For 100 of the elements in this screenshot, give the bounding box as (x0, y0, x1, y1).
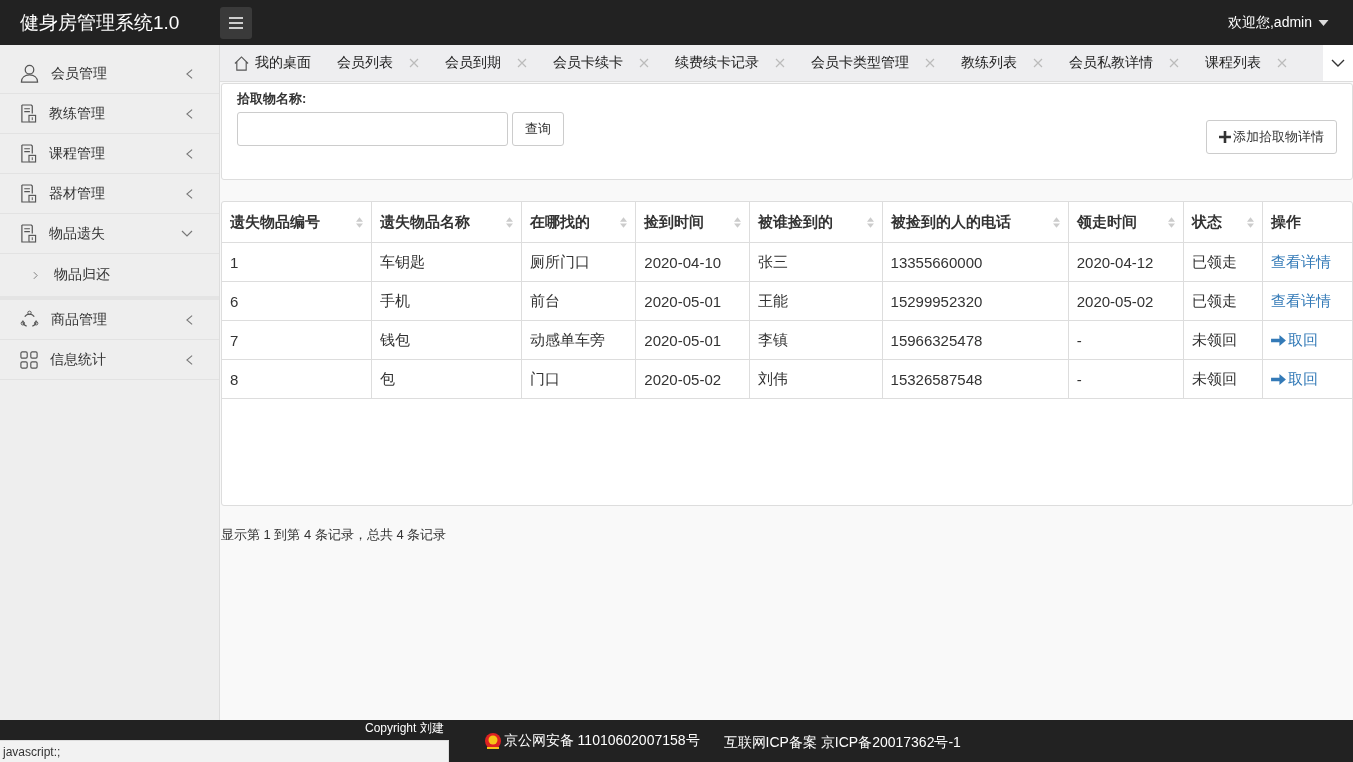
field-label: 拾取物名称: (237, 90, 308, 108)
pagination-info: 显示第 1 到第 4 条记录，总共 4 条记录 (221, 526, 448, 544)
close-icon[interactable] (1033, 58, 1043, 68)
table-cell: 2020-04-12 (1076, 253, 1154, 271)
column-header: 被捡到的人的电话 (890, 212, 1011, 232)
chevron-left-icon (186, 187, 193, 200)
sidebar-subitem[interactable]: 物品归还 (54, 266, 110, 284)
column-header: 操作 (1270, 212, 1301, 232)
search-button[interactable]: 查询 (512, 112, 564, 146)
tab-menu-button[interactable] (1323, 45, 1353, 81)
close-icon[interactable] (775, 58, 785, 68)
table-cell: 未领回 (1191, 330, 1237, 348)
sidebar-item[interactable]: 物品遗失 (0, 214, 219, 254)
table-cell: 7 (230, 331, 239, 349)
sort-icon[interactable] (866, 216, 874, 228)
table-cell: 13355660000 (890, 253, 983, 271)
tab[interactable]: 会员卡类型管理 (797, 45, 947, 81)
user-icon (20, 64, 39, 83)
close-icon[interactable] (1277, 58, 1287, 68)
column-header: 在哪找的 (530, 212, 591, 232)
app-title: 健身房管理系统1.0 (19, 10, 181, 35)
chevron-right-icon (33, 270, 38, 280)
table-cell: 15326587548 (890, 370, 983, 388)
table-cell: - (1076, 370, 1082, 388)
sidebar-item[interactable]: 课程管理 (0, 134, 219, 174)
table-cell: 1 (230, 253, 239, 271)
sidebar-item[interactable]: 信息统计 (0, 340, 219, 380)
tab[interactable]: 课程列表 (1191, 45, 1299, 81)
column-header: 遗失物品名称 (380, 212, 471, 232)
caret-icon (1318, 19, 1329, 26)
table-cell: 包 (380, 369, 396, 387)
close-icon[interactable] (639, 58, 649, 68)
sidebar-item[interactable]: 教练管理 (0, 94, 219, 134)
sort-icon[interactable] (506, 216, 514, 228)
table-cell: 2020-05-02 (1076, 292, 1154, 310)
table-cell: 2020-04-10 (644, 253, 722, 271)
tab[interactable]: 教练列表 (947, 45, 1055, 81)
table-cell: 2020-05-02 (644, 370, 722, 388)
sort-icon[interactable] (620, 216, 628, 228)
table-cell: 已领走 (1191, 291, 1237, 309)
sort-icon[interactable] (1246, 216, 1254, 228)
document-icon (20, 144, 37, 163)
plus-icon (1219, 131, 1231, 143)
table-cell: 钱包 (380, 330, 411, 348)
table-cell: 6 (230, 292, 239, 310)
chevron-left-icon (186, 353, 193, 366)
chevron-down-icon (1331, 59, 1345, 67)
tab[interactable]: 会员私教详情 (1055, 45, 1191, 81)
search-field[interactable] (237, 112, 508, 146)
document-icon (20, 224, 37, 243)
close-icon[interactable] (925, 58, 935, 68)
sort-icon[interactable] (734, 216, 742, 228)
tab[interactable]: 我的桌面 (220, 45, 323, 81)
icp-record-link[interactable]: 互联网ICP备案 京ICP备20017362号-1 (723, 734, 961, 752)
table-cell: 已领走 (1191, 252, 1237, 270)
sort-icon[interactable] (356, 216, 364, 228)
police-record-link[interactable]: 京公网安备 11010602007158号 (503, 732, 700, 750)
table-cell: 门口 (530, 369, 561, 387)
close-icon[interactable] (517, 58, 527, 68)
user-menu[interactable]: 欢迎您,admin (1227, 13, 1312, 32)
document-icon (20, 184, 37, 203)
column-header: 被谁捡到的 (758, 212, 834, 232)
table-cell: 李镇 (758, 330, 789, 348)
status-url: javascript:; (3, 744, 61, 759)
tab[interactable]: 续费续卡记录 (661, 45, 797, 81)
add-button[interactable]: 添加拾取物详情 (1206, 120, 1337, 154)
column-header: 领走时间 (1076, 212, 1137, 232)
emblem-icon (483, 732, 502, 750)
table-cell: - (1076, 331, 1082, 349)
arrow-right-icon (1270, 333, 1286, 347)
home-icon (234, 55, 249, 71)
column-header: 状态 (1191, 212, 1222, 232)
sort-icon[interactable] (1052, 216, 1060, 228)
table-cell: 刘伟 (758, 369, 789, 387)
table-cell: 厕所门口 (530, 252, 591, 270)
table-cell: 2020-05-01 (644, 292, 722, 310)
table-cell: 动感单车旁 (530, 330, 606, 348)
table-cell: 前台 (530, 291, 561, 309)
chevron-left-icon (186, 107, 193, 120)
sidebar-item[interactable]: 器材管理 (0, 174, 219, 214)
table-cell: 张三 (758, 252, 789, 270)
table-cell: 王能 (758, 291, 789, 309)
sort-icon[interactable] (1167, 216, 1175, 228)
close-icon[interactable] (409, 58, 419, 68)
table-cell: 车钥匙 (380, 252, 426, 270)
sidebar-item[interactable]: 会员管理 (0, 54, 219, 94)
close-icon[interactable] (1169, 58, 1179, 68)
menu-button[interactable] (220, 6, 252, 39)
tab[interactable]: 会员列表 (323, 45, 431, 81)
sidebar-item[interactable]: 商品管理 (0, 300, 219, 340)
menu-icon (229, 16, 243, 29)
copyright-text: Copyright 刘建 (365, 721, 444, 735)
column-header: 捡到时间 (644, 212, 705, 232)
tab[interactable]: 会员到期 (431, 45, 539, 81)
tab[interactable]: 会员卡续卡 (539, 45, 661, 81)
table-cell: 手机 (380, 291, 411, 309)
chevron-down-icon (181, 229, 193, 238)
table-cell: 未领回 (1191, 369, 1237, 387)
arrow-right-icon (1270, 372, 1286, 386)
table-cell: 15299952320 (890, 292, 983, 310)
